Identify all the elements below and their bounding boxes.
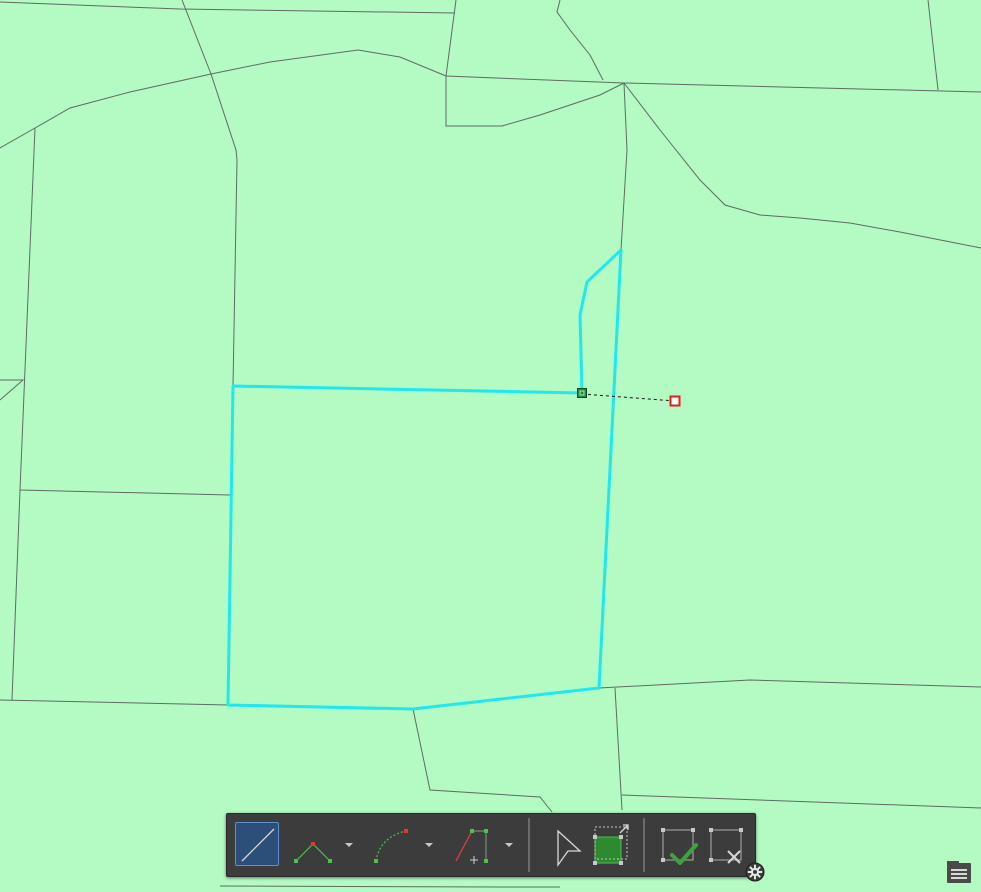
parcel-boundary (0, 49, 447, 149)
parcel-lines (0, 0, 981, 888)
parcel-boundary (0, 699, 229, 706)
cancel-sketch-button[interactable] (705, 822, 749, 866)
parcel-boundary (11, 489, 21, 701)
right-angle-tool-button[interactable] (449, 822, 493, 866)
line-tool-button[interactable] (235, 822, 279, 866)
chevron-down-icon[interactable] (343, 840, 355, 850)
arc-segment-icon (374, 829, 408, 863)
rubber-band-segment (581, 393, 676, 402)
parcel-boundary (412, 708, 553, 813)
layer-list-icon[interactable] (945, 860, 973, 884)
parcel-boundary (927, 0, 939, 91)
chevron-down-icon[interactable] (503, 840, 515, 850)
parcel-boundary (0, 1, 456, 14)
edit-sketch[interactable] (226, 248, 681, 711)
parcel-boundary (598, 679, 981, 689)
midpoint-vertex-icon (294, 842, 332, 863)
map-canvas[interactable] (0, 0, 981, 892)
finish-sketch-icon (661, 828, 698, 865)
sketch-polyline[interactable] (226, 248, 623, 711)
gear-icon[interactable] (745, 862, 765, 882)
cancel-sketch-icon (709, 828, 743, 864)
parcel-boundary (0, 379, 25, 401)
toolbar-separator (528, 818, 530, 872)
toolbar-separator (643, 818, 645, 872)
parcel-boundary (219, 885, 560, 888)
cursor-vertex (669, 395, 681, 407)
parcel-boundary (614, 687, 623, 811)
parcel-boundary (621, 794, 981, 809)
parcel-boundary (445, 0, 625, 127)
stretch-tool-button[interactable] (587, 822, 631, 866)
parcel-boundary (445, 75, 981, 93)
select-arrow-icon (557, 829, 582, 867)
line-segment-icon (241, 828, 275, 862)
parcel-boundary (556, 0, 604, 81)
sketch-toolbar (226, 813, 756, 877)
parcel-boundary (623, 82, 981, 249)
parcel-boundary (19, 127, 231, 496)
midpoint-tool-button[interactable] (289, 822, 333, 866)
right-angle-icon (455, 829, 488, 864)
parcel-boundary (620, 82, 628, 251)
chevron-down-icon[interactable] (423, 840, 435, 850)
parcel-boundary (181, 0, 238, 387)
select-tool-button[interactable] (545, 822, 589, 867)
stretch-feature-icon (593, 824, 629, 865)
active-vertex[interactable] (577, 388, 587, 398)
arc-tool-button[interactable] (369, 822, 413, 866)
finish-sketch-button[interactable] (657, 822, 701, 866)
